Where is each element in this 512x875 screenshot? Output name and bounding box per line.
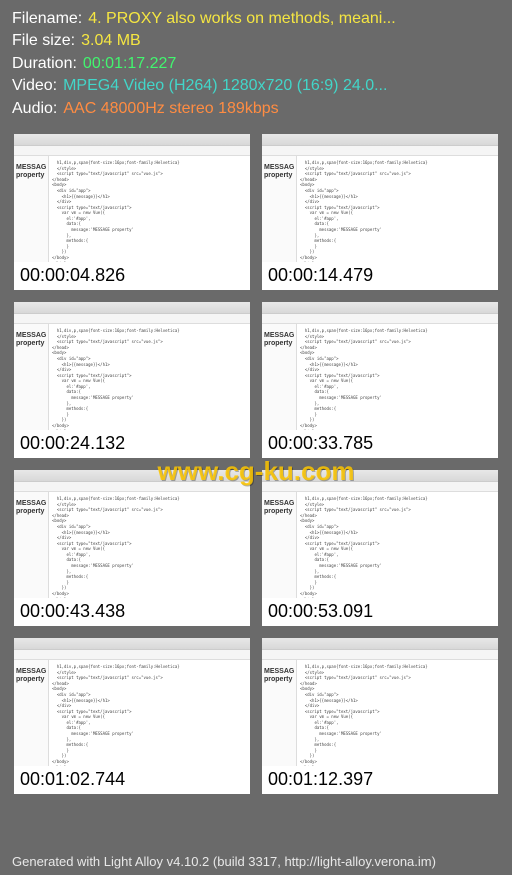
thumbnail-image: MESSAG property h1,div,p,span{font-size:… [262, 470, 498, 598]
thumbnail-timestamp: 00:01:02.744 [14, 766, 250, 794]
thumbnail-item[interactable]: MESSAG property h1,div,p,span{font-size:… [14, 470, 250, 626]
audio-row: Audio: AAC 48000Hz stereo 189kbps [12, 98, 500, 120]
thumbnail-image: MESSAG property h1,div,p,span{font-size:… [14, 638, 250, 766]
thumbnail-timestamp: 00:00:53.091 [262, 598, 498, 626]
video-value: MPEG4 Video (H264) 1280x720 (16:9) 24.0.… [63, 75, 387, 97]
thumbnail-timestamp: 00:01:12.397 [262, 766, 498, 794]
duration-value: 00:01:17.227 [83, 53, 176, 75]
footer-text: Generated with Light Alloy v4.10.2 (buil… [12, 854, 436, 869]
thumbnail-item[interactable]: MESSAG property h1,div,p,span{font-size:… [14, 302, 250, 458]
audio-label: Audio: [12, 98, 57, 120]
metadata-panel: Filename: 4. PROXY also works on methods… [0, 0, 512, 130]
thumbnail-image: MESSAG property h1,div,p,span{font-size:… [14, 302, 250, 430]
filename-row: Filename: 4. PROXY also works on methods… [12, 8, 500, 30]
thumbnail-image: MESSAG property h1,div,p,span{font-size:… [262, 134, 498, 262]
duration-label: Duration: [12, 53, 77, 75]
thumbnail-image: MESSAG property h1,div,p,span{font-size:… [262, 302, 498, 430]
duration-row: Duration: 00:01:17.227 [12, 53, 500, 75]
filename-value: 4. PROXY also works on methods, meani... [88, 8, 395, 30]
thumbnail-item[interactable]: MESSAG property h1,div,p,span{font-size:… [262, 134, 498, 290]
thumbnail-item[interactable]: MESSAG property h1,div,p,span{font-size:… [14, 134, 250, 290]
thumbnail-item[interactable]: MESSAG property h1,div,p,span{font-size:… [14, 638, 250, 794]
thumbnail-timestamp: 00:00:04.826 [14, 262, 250, 290]
thumbnail-image: MESSAG property h1,div,p,span{font-size:… [14, 470, 250, 598]
thumbnail-timestamp: 00:00:33.785 [262, 430, 498, 458]
audio-value: AAC 48000Hz stereo 189kbps [63, 98, 278, 120]
thumbnail-item[interactable]: MESSAG property h1,div,p,span{font-size:… [262, 302, 498, 458]
thumbnail-item[interactable]: MESSAG property h1,div,p,span{font-size:… [262, 638, 498, 794]
thumbnail-image: MESSAG property h1,div,p,span{font-size:… [14, 134, 250, 262]
thumbnail-image: MESSAG property h1,div,p,span{font-size:… [262, 638, 498, 766]
thumbnail-grid: MESSAG property h1,div,p,span{font-size:… [0, 130, 512, 802]
thumbnail-timestamp: 00:00:43.438 [14, 598, 250, 626]
thumbnail-item[interactable]: MESSAG property h1,div,p,span{font-size:… [262, 470, 498, 626]
filename-label: Filename: [12, 8, 82, 30]
video-label: Video: [12, 75, 57, 97]
thumbnail-timestamp: 00:00:14.479 [262, 262, 498, 290]
filesize-value: 3.04 MB [81, 30, 141, 52]
filesize-row: File size: 3.04 MB [12, 30, 500, 52]
filesize-label: File size: [12, 30, 75, 52]
video-row: Video: MPEG4 Video (H264) 1280x720 (16:9… [12, 75, 500, 97]
thumbnail-timestamp: 00:00:24.132 [14, 430, 250, 458]
